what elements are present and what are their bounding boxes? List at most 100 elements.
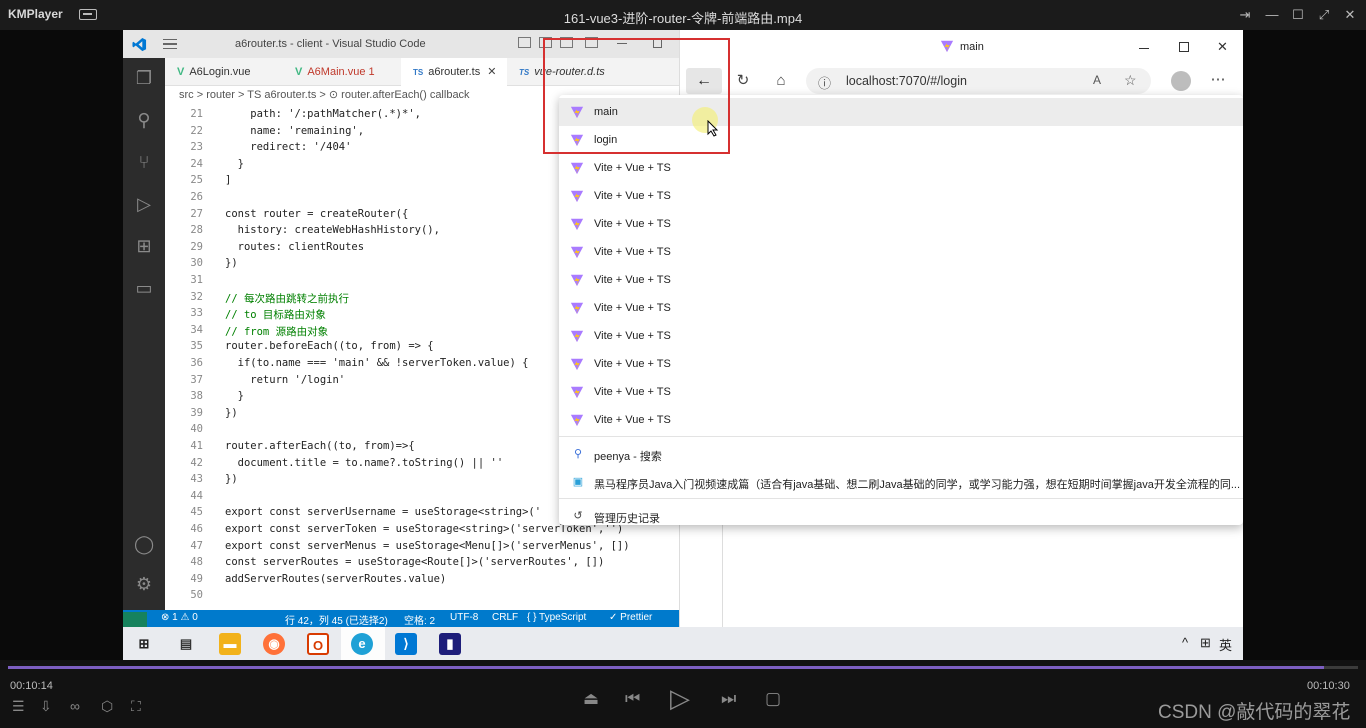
edge-icon[interactable]: e <box>351 633 373 655</box>
eject-icon[interactable]: ⏏ <box>583 689 599 709</box>
pin-icon[interactable]: ⇥ <box>1236 6 1254 24</box>
manage-history-item[interactable]: ↺ 管理历史记录 <box>559 502 1243 530</box>
windows-start-icon[interactable]: ⊞ <box>133 633 155 655</box>
search-icon[interactable]: ⚲ <box>134 110 154 130</box>
ime-language[interactable]: 英 <box>1219 635 1232 654</box>
address-bar[interactable]: ⓘ localhost:7070/#/login A ☆ <box>806 68 1151 94</box>
history-item[interactable]: Vite + Vue + TS <box>559 266 1243 294</box>
breadcrumb[interactable]: src > router > TS a6router.ts > ⊙ router… <box>179 88 470 101</box>
line-number: 38 <box>190 390 203 403</box>
info-icon[interactable]: ⓘ <box>818 73 831 92</box>
code-text: return '/login' <box>225 373 346 386</box>
code-text: // from 源路由对象 <box>225 325 329 338</box>
tab-a6main[interactable]: V A6Main.vue 1 <box>283 58 401 86</box>
vue-icon: V <box>177 66 185 78</box>
settings-gear-icon[interactable]: ⚙ <box>134 574 154 594</box>
line-number: 33 <box>190 307 203 320</box>
divider <box>559 498 1243 499</box>
maximize-icon[interactable]: ☐ <box>1289 6 1307 24</box>
vite-icon <box>940 40 954 53</box>
task-view-icon[interactable]: ▤ <box>175 633 197 655</box>
office-icon[interactable]: O <box>307 633 329 655</box>
problems-indicator[interactable]: ⊗ 1 ⚠ 0 <box>161 612 198 623</box>
menu-icon[interactable] <box>163 39 177 49</box>
close-icon[interactable]: ✕ <box>1217 39 1228 55</box>
tab-a6login[interactable]: V A6Login.vue <box>165 58 283 86</box>
close-icon[interactable]: ✕ <box>487 66 496 78</box>
seek-bar[interactable] <box>8 666 1358 669</box>
line-number: 45 <box>190 506 203 519</box>
source-control-icon[interactable]: ⑂ <box>134 152 154 172</box>
code-text: document.title = to.name?.toString() || … <box>225 456 504 469</box>
line-number: 47 <box>190 539 203 552</box>
read-aloud-icon[interactable]: A <box>1093 73 1101 87</box>
home-icon[interactable]: ⌂ <box>771 71 791 91</box>
layout-sidebar-icon[interactable] <box>518 37 531 48</box>
minimize-icon[interactable]: — <box>1263 6 1281 24</box>
player-title-bar: KMPlayer 161-vue3-进阶-router-令牌-前端路由.mp4 … <box>0 0 1366 30</box>
previous-icon[interactable]: ⏮ <box>625 689 640 709</box>
end-of-line[interactable]: CRLF <box>492 612 518 623</box>
history-item[interactable]: Vite + Vue + TS <box>559 378 1243 406</box>
history-item[interactable]: Vite + Vue + TS <box>559 294 1243 322</box>
history-item[interactable]: Vite + Vue + TS <box>559 238 1243 266</box>
run-debug-icon[interactable]: ▷ <box>134 194 154 214</box>
code-text: routes: clientRoutes <box>225 240 365 253</box>
line-number: 27 <box>190 207 203 220</box>
ime-mode-icon[interactable]: ⊞ <box>1200 635 1211 651</box>
language-mode[interactable]: { } TypeScript <box>527 612 586 623</box>
history-item-label: Vite + Vue + TS <box>594 330 671 342</box>
history-item-label: Vite + Vue + TS <box>594 274 671 286</box>
close-icon[interactable]: ✕ <box>1341 6 1359 24</box>
account-icon[interactable]: ◯ <box>134 534 154 554</box>
profile-avatar[interactable] <box>1171 71 1191 91</box>
tab-a6router[interactable]: TS a6router.ts ✕ <box>401 58 507 86</box>
capture-icon[interactable]: ⛶ <box>131 698 141 715</box>
fullscreen-icon[interactable]: ⤢ <box>1315 6 1333 24</box>
playlist-icon[interactable]: ☰ <box>12 698 25 715</box>
firefox-icon[interactable]: ◉ <box>263 633 285 655</box>
history-item[interactable]: Vite + Vue + TS <box>559 406 1243 434</box>
divider <box>559 436 1243 437</box>
video-suggestion[interactable]: ▣ 黑马程序员Java入门视频速成篇（适合有java基础、想二刷Java基础的同学… <box>559 468 1243 496</box>
vscode-taskbar-icon[interactable]: ⟩ <box>395 633 417 655</box>
vite-icon <box>570 274 584 287</box>
code-text: } <box>225 390 244 403</box>
favorite-star-icon[interactable]: ☆ <box>1124 72 1137 89</box>
seek-bar-fill <box>8 666 1325 669</box>
line-number: 31 <box>190 274 203 286</box>
indentation[interactable]: 空格: 2 <box>404 612 435 627</box>
file-explorer-icon[interactable]: ▬ <box>219 633 241 655</box>
extensions-icon[interactable]: ⊞ <box>134 236 154 256</box>
encoding[interactable]: UTF-8 <box>450 612 478 623</box>
open-file-icon[interactable]: ⇩ <box>40 698 52 715</box>
play-icon[interactable]: ▷ <box>670 683 690 714</box>
status-bar: ⊗ 1 ⚠ 0 行 42，列 45 (已选择2) 空格: 2 UTF-8 CRL… <box>123 610 679 629</box>
jetbrains-icon[interactable]: ▮ <box>439 633 461 655</box>
history-item[interactable]: Vite + Vue + TS <box>559 210 1243 238</box>
tray-chevron-icon[interactable]: ^ <box>1182 635 1188 650</box>
history-item[interactable]: Vite + Vue + TS <box>559 182 1243 210</box>
maximize-icon[interactable] <box>1179 42 1189 52</box>
history-item[interactable]: Vite + Vue + TS <box>559 154 1243 182</box>
search-suggestion[interactable]: ⚲ peenya - 搜索 <box>559 440 1243 468</box>
refresh-icon[interactable]: ↻ <box>733 71 753 91</box>
window-title: a6router.ts - client - Visual Studio Cod… <box>235 38 426 50</box>
3d-icon[interactable]: ⬡ <box>101 698 113 715</box>
minimize-icon[interactable] <box>1139 48 1149 49</box>
code-text: router.beforeEach((to, from) => { <box>225 340 434 353</box>
history-item[interactable]: Vite + Vue + TS <box>559 350 1243 378</box>
cursor-position[interactable]: 行 42，列 45 (已选择2) <box>285 612 388 627</box>
history-item[interactable]: Vite + Vue + TS <box>559 322 1243 350</box>
remote-explorer-icon[interactable]: ▭ <box>134 278 154 298</box>
stop-icon[interactable]: ▢ <box>765 689 781 709</box>
line-number: 25 <box>190 174 203 187</box>
url-text: localhost:7070/#/login <box>846 74 967 88</box>
vr-icon[interactable]: ∞ <box>70 698 80 714</box>
more-icon[interactable]: ⋯ <box>1208 70 1228 90</box>
next-icon[interactable]: ⏭ <box>721 689 736 709</box>
explorer-icon[interactable]: ❐ <box>134 68 154 88</box>
prettier-status[interactable]: ✓ Prettier <box>609 612 652 623</box>
code-text: name: 'remaining', <box>225 124 365 137</box>
history-item-label: Vite + Vue + TS <box>594 386 671 398</box>
